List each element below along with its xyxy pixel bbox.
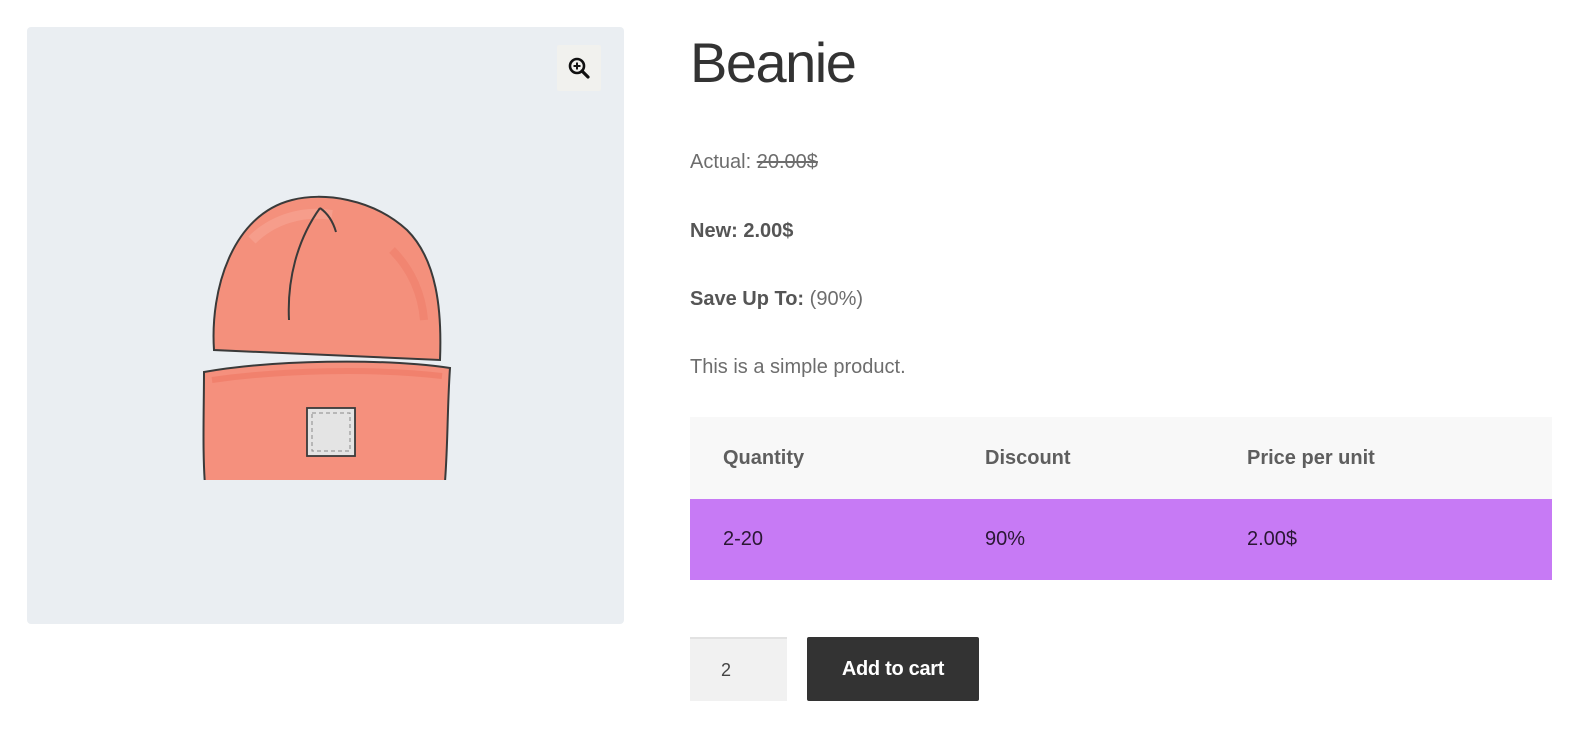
product-title: Beanie	[690, 31, 857, 94]
cell-discount: 90%	[952, 499, 1214, 580]
table-row: 2-20 90% 2.00$	[690, 499, 1552, 580]
product-gallery	[27, 27, 624, 624]
quantity-discount-table: Quantity Discount Price per unit 2-20 90…	[690, 417, 1552, 580]
table-header-row: Quantity Discount Price per unit	[690, 417, 1552, 499]
zoom-in-icon	[568, 57, 590, 79]
quantity-input[interactable]	[690, 637, 787, 701]
header-discount: Discount	[952, 417, 1214, 499]
save-up-to-value: (90%)	[809, 288, 864, 310]
add-to-cart-button[interactable]: Add to cart	[807, 637, 979, 701]
header-quantity: Quantity	[690, 417, 952, 499]
zoom-button[interactable]	[557, 45, 601, 91]
new-price-line: New: 2.00$	[690, 220, 794, 242]
save-up-to-line: Save Up To: (90%)	[690, 285, 863, 313]
header-price-per-unit: Price per unit	[1214, 417, 1552, 499]
beanie-image[interactable]	[192, 170, 462, 480]
save-up-to-label: Save Up To:	[690, 288, 805, 310]
actual-price-value: 20.00$	[756, 151, 818, 173]
cell-quantity: 2-20	[690, 499, 952, 580]
cell-price-per-unit: 2.00$	[1214, 499, 1552, 580]
product-description: This is a simple product.	[690, 356, 906, 378]
actual-price-label: Actual:	[690, 151, 752, 173]
actual-price-line: Actual: 20.00$	[690, 148, 818, 176]
